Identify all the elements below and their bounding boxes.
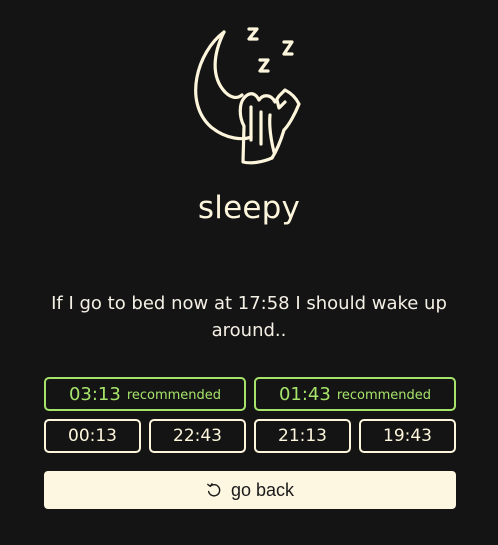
recommended-tag: recommended: [336, 387, 432, 403]
app-logo: [0, 22, 498, 168]
time-option-3[interactable]: 21:13: [254, 419, 351, 453]
go-back-label: go back: [230, 479, 295, 500]
go-back-button[interactable]: go back: [44, 471, 456, 509]
other-times-row: 00:13 22:43 21:13 19:43: [44, 419, 456, 453]
app-title: sleepy: [197, 190, 301, 226]
time-option-1[interactable]: 00:13: [44, 419, 141, 453]
time-option-recommended-1[interactable]: 03:13 recommended: [44, 377, 246, 411]
wake-times-grid: 03:13 recommended 01:43 recommended 00:1…: [44, 377, 456, 461]
time-value: 01:43: [278, 383, 331, 405]
time-value: 03:13: [68, 383, 121, 405]
time-option-2[interactable]: 22:43: [149, 419, 246, 453]
wake-up-message: If I go to bed now at 17:58 I should wak…: [51, 293, 447, 341]
time-option-4[interactable]: 19:43: [359, 419, 456, 453]
time-option-recommended-2[interactable]: 01:43 recommended: [254, 377, 456, 411]
rotate-ccw-icon: [206, 482, 222, 498]
sleeping-cat-moon-icon: [194, 27, 301, 165]
recommended-tag: recommended: [126, 387, 222, 403]
recommended-times-row: 03:13 recommended 01:43 recommended: [44, 377, 456, 411]
